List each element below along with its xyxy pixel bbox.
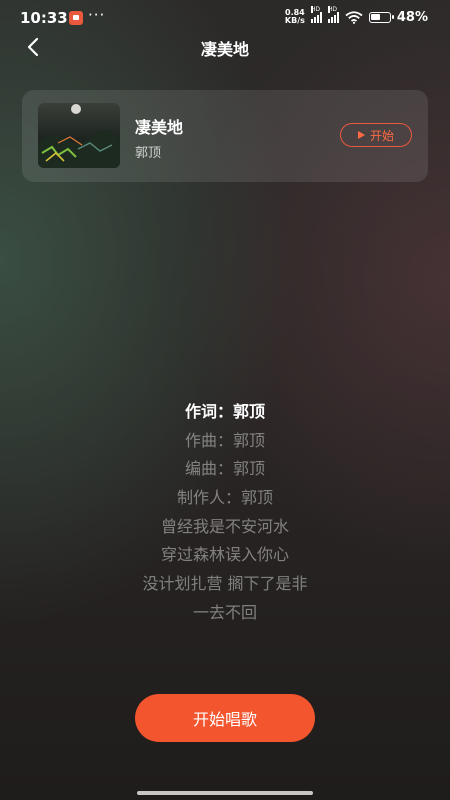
home-indicator[interactable] [137, 791, 313, 795]
network-speed: 0.84 KB/s [285, 9, 305, 25]
signal-tag-2: HD [327, 6, 338, 13]
lyric-line: 作曲：郭顶 [184, 430, 265, 450]
lyric-line: 一去不回 [192, 602, 257, 622]
signal-tag: HD [310, 6, 321, 13]
lyric-line: 编曲：郭顶 [184, 459, 265, 479]
network-speed-unit: KB/s [284, 16, 305, 25]
play-icon [357, 131, 365, 139]
song-card[interactable]: 凄美地 郭顶 开始 [22, 90, 428, 182]
battery-percent: 48% [396, 9, 428, 25]
start-button[interactable]: 开始 [340, 123, 412, 147]
page-title: 凄美地 [200, 40, 249, 59]
status-indicators: 0.84 KB/s HD HD 48% [285, 6, 428, 25]
start-button-label: 开始 [369, 128, 394, 143]
signal-icon-2: HD [327, 6, 339, 23]
song-title: 凄美地 [135, 118, 184, 137]
more-notifications-icon: ··· [88, 6, 106, 24]
start-singing-button[interactable]: 开始唱歌 [135, 694, 315, 742]
lyric-line: 没计划扎营 搁下了是非 [142, 574, 308, 594]
battery-icon [368, 11, 394, 23]
lyrics-panel: 作词：郭顶 作曲：郭顶 编曲：郭顶 制作人：郭顶 曾经我是不安河水 穿过森林误入… [0, 398, 450, 628]
lyric-line: 穿过森林误入你心 [160, 545, 289, 565]
signal-icon: HD [310, 6, 322, 23]
lyric-line: 曾经我是不安河水 [160, 516, 289, 536]
lyric-line-current: 作词：郭顶 [184, 402, 265, 421]
status-time: 10:33 [20, 9, 68, 27]
lyric-line: 制作人：郭顶 [176, 488, 273, 508]
wifi-icon [345, 10, 363, 24]
album-cover [38, 103, 120, 168]
song-artist: 郭顶 [135, 146, 162, 161]
status-bar: 10:33 ··· 0.84 KB/s HD HD 48% [0, 0, 450, 36]
app-notification-icon [69, 11, 83, 25]
